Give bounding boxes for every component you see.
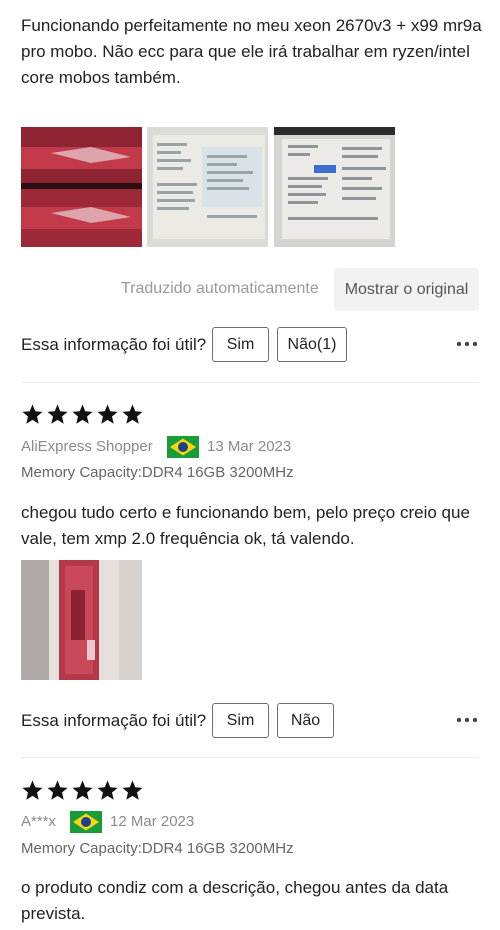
review-text: chegou tudo certo e funcionando bem, pel…: [21, 503, 470, 548]
star-icon: [72, 404, 93, 424]
more-options-icon[interactable]: [456, 335, 478, 353]
star-icon: [47, 404, 68, 424]
review-date: 12 Mar 2023: [110, 813, 195, 830]
brazil-flag-icon: [70, 811, 102, 833]
product-variant: Memory Capacity:DDR4 16GB 3200MHz: [21, 840, 294, 857]
rating-stars: [21, 779, 144, 803]
helpful-row: Essa informação foi útil? Sim Não(1): [0, 327, 500, 363]
divider: [21, 382, 479, 383]
review-author: A***x: [21, 813, 57, 830]
review-author: AliExpress Shopper: [21, 438, 153, 455]
product-variant: Memory Capacity:DDR4 16GB 3200MHz: [21, 464, 294, 481]
rating-stars: [21, 403, 144, 427]
helpful-question: Essa informação foi útil?: [21, 335, 207, 354]
review-date: 13 Mar 2023: [207, 438, 292, 455]
helpful-yes-button[interactable]: Sim: [212, 703, 269, 738]
review-photo-bios[interactable]: [147, 127, 268, 247]
helpful-row: Essa informação foi útil? Sim Não: [0, 703, 500, 739]
helpful-no-button[interactable]: Não(1): [277, 327, 347, 362]
star-icon: [22, 404, 43, 424]
review-meta: A***x 12 Mar 2023: [21, 811, 321, 833]
star-icon: [72, 780, 93, 800]
review-photo-ram[interactable]: [21, 127, 142, 247]
star-icon: [22, 780, 43, 800]
star-icon: [97, 780, 118, 800]
review-text: Funcionando perfeitamente no meu xeon 26…: [21, 16, 482, 87]
star-icon: [122, 404, 143, 424]
review-photo-bios[interactable]: [274, 127, 395, 247]
divider: [21, 757, 479, 758]
star-icon: [47, 780, 68, 800]
review-text: o produto condiz com a descrição, chegou…: [21, 878, 449, 923]
helpful-yes-button[interactable]: Sim: [212, 327, 269, 362]
brazil-flag-icon: [167, 436, 199, 458]
star-icon: [122, 780, 143, 800]
more-options-icon[interactable]: [456, 711, 478, 729]
helpful-no-button[interactable]: Não: [277, 703, 334, 738]
star-icon: [97, 404, 118, 424]
review-meta: AliExpress Shopper 13 Mar 2023: [21, 436, 321, 458]
show-original-button[interactable]: Mostrar o original: [334, 268, 479, 311]
translation-row: Traduzido automaticamente Mostrar o orig…: [0, 268, 500, 312]
review-photo-ram[interactable]: [21, 560, 142, 680]
helpful-question: Essa informação foi útil?: [21, 711, 207, 730]
translated-label: Traduzido automaticamente: [121, 280, 319, 297]
